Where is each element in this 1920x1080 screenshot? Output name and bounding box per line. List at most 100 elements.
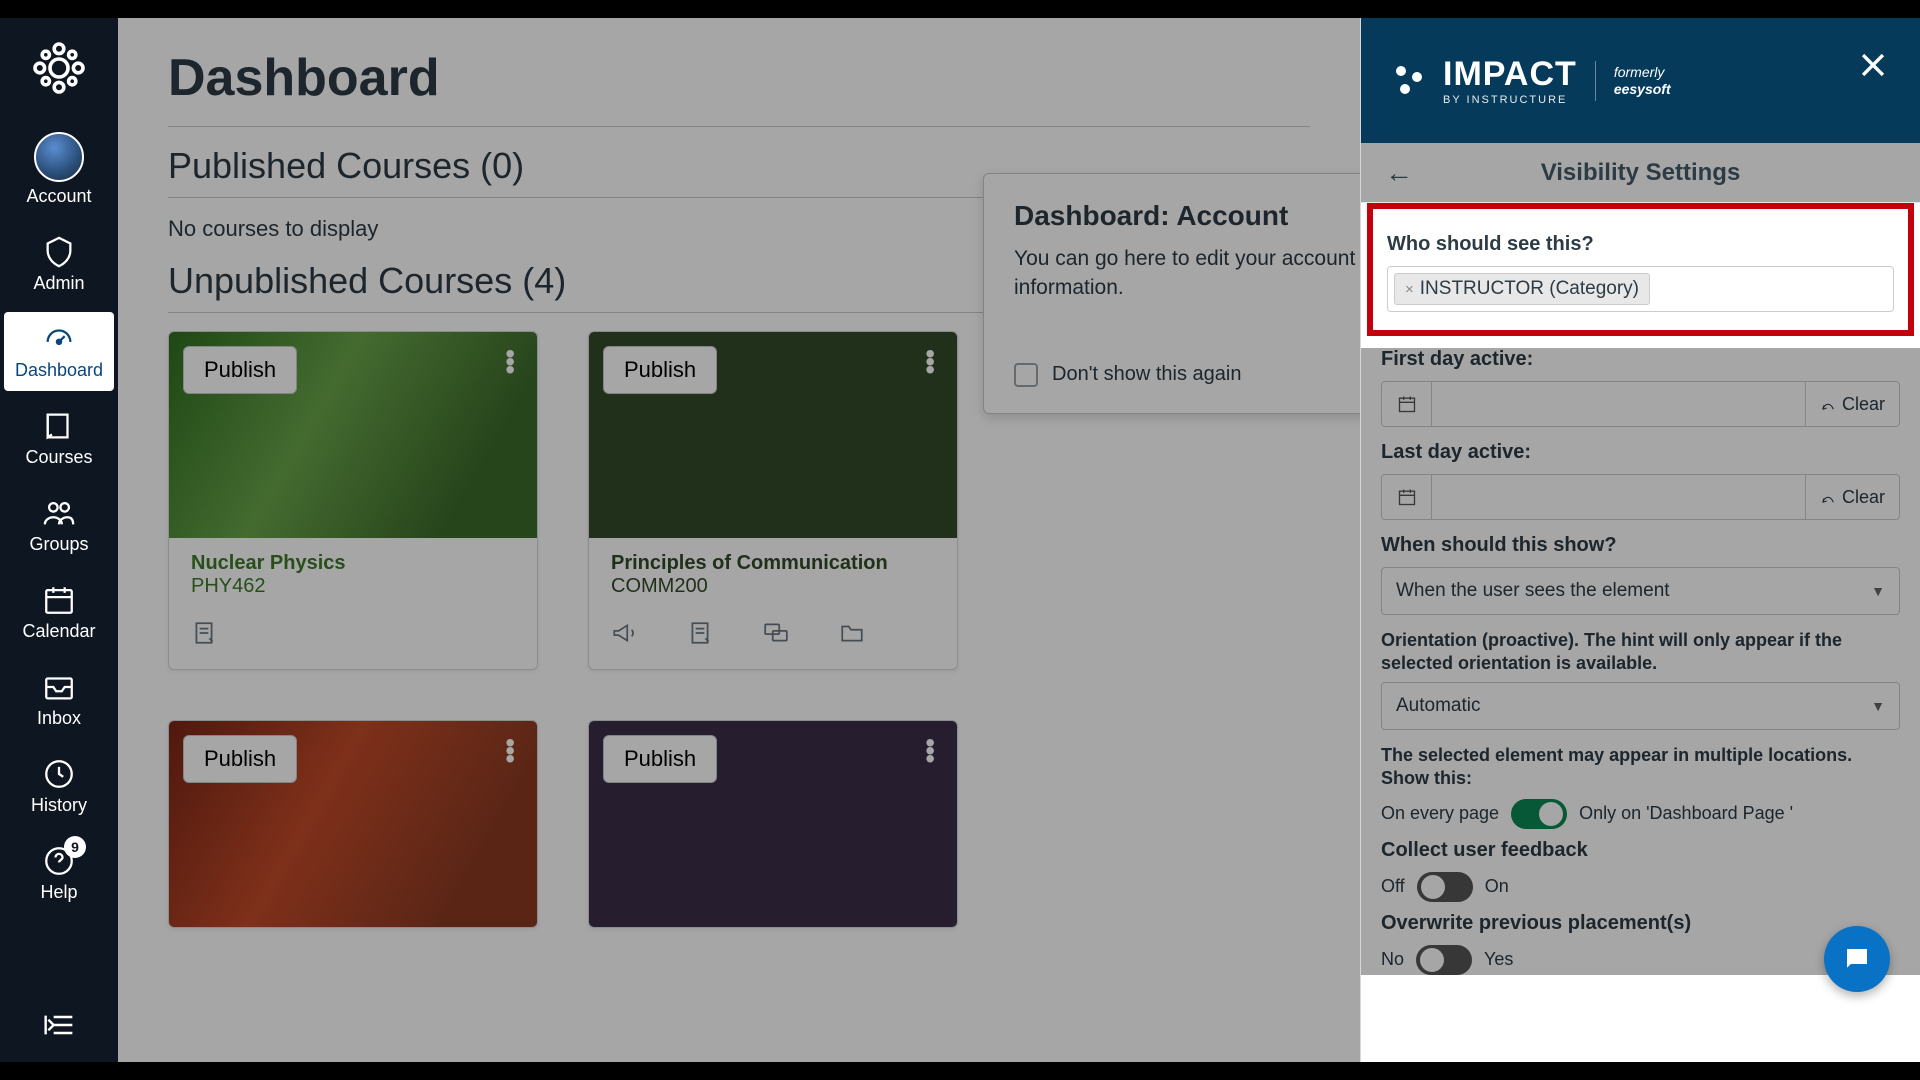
nav-admin[interactable]: Admin (4, 225, 114, 304)
calendar-icon (1382, 382, 1432, 426)
course-card[interactable]: Publish ••• (168, 720, 538, 928)
announcements-icon[interactable] (611, 620, 637, 651)
back-arrow-icon[interactable]: ← (1385, 157, 1413, 189)
nav-help-label: Help (40, 882, 77, 903)
main-content: Dashboard Published Courses (0) No cours… (118, 18, 1360, 1062)
when-select[interactable]: When the user sees the element ▼ (1381, 567, 1900, 615)
canvas-logo-icon (29, 38, 89, 98)
kebab-icon[interactable]: ••• (925, 739, 935, 763)
first-day-input[interactable]: Clear (1381, 381, 1900, 427)
audience-input[interactable]: × INSTRUCTOR (Category) (1387, 266, 1894, 312)
assignments-icon[interactable] (191, 620, 217, 651)
who-label: Who should see this? (1387, 233, 1894, 256)
popover-body: You can go here to edit your account inf… (1014, 244, 1360, 303)
assignments-icon[interactable] (687, 620, 713, 651)
course-code: COMM200 (611, 575, 935, 598)
kebab-icon[interactable]: ••• (925, 350, 935, 374)
help-badge: 9 (64, 836, 86, 858)
clear-button[interactable]: Clear (1805, 382, 1899, 426)
clear-label: Clear (1842, 487, 1885, 508)
remove-tag-icon[interactable]: × (1405, 281, 1414, 298)
last-day-field[interactable] (1432, 475, 1805, 519)
collapse-nav-icon[interactable] (42, 1013, 76, 1042)
nav-admin-label: Admin (33, 273, 84, 294)
calendar-icon (1382, 475, 1432, 519)
first-day-label: First day active: (1381, 348, 1900, 371)
clear-label: Clear (1842, 394, 1885, 415)
clear-button[interactable]: Clear (1805, 475, 1899, 519)
nav-dashboard-label: Dashboard (15, 360, 103, 381)
overwrite-label: Overwrite previous placement(s) (1381, 912, 1900, 935)
card-header: Publish ••• (169, 721, 537, 927)
brand-subtitle: BY INSTRUCTURE (1443, 94, 1577, 106)
when-label: When should this show? (1381, 534, 1900, 557)
when-value: When the user sees the element (1396, 580, 1670, 602)
visibility-panel: IMPACT BY INSTRUCTURE formerly eesysoft … (1360, 18, 1920, 1062)
audience-tag: × INSTRUCTOR (Category) (1394, 273, 1650, 305)
course-card[interactable]: Publish ••• (588, 720, 958, 928)
who-should-see-section: Who should see this? × INSTRUCTOR (Categ… (1367, 203, 1914, 336)
nav-inbox[interactable]: Inbox (4, 660, 114, 739)
panel-subheader: ← Visibility Settings (1361, 143, 1920, 203)
chat-fab[interactable] (1824, 926, 1890, 992)
panel-title: Visibility Settings (1541, 159, 1741, 187)
course-card[interactable]: Publish ••• Nuclear Physics PHY462 (168, 331, 538, 670)
nav-courses[interactable]: Courses (4, 399, 114, 478)
course-title: Nuclear Physics (191, 552, 515, 575)
feedback-toggle[interactable] (1417, 872, 1473, 902)
every-page-label: On every page (1381, 803, 1499, 824)
discussions-icon[interactable] (763, 620, 789, 651)
on-label: On (1485, 876, 1509, 897)
eesysoft-label: eesysoft (1614, 81, 1671, 98)
nav-account[interactable]: Account (4, 122, 114, 217)
yes-label: Yes (1484, 949, 1513, 970)
orientation-select[interactable]: Automatic ▼ (1381, 682, 1900, 730)
card-header: Publish ••• (169, 332, 537, 538)
last-day-label: Last day active: (1381, 441, 1900, 464)
orientation-value: Automatic (1396, 695, 1480, 717)
nav-history[interactable]: History (4, 747, 114, 826)
nav-inbox-label: Inbox (37, 708, 81, 729)
off-label: Off (1381, 876, 1405, 897)
tag-text: INSTRUCTOR (Category) (1420, 278, 1639, 300)
walkthrough-popover: Dashboard: Account ✕ You can go here to … (983, 173, 1360, 414)
nav-courses-label: Courses (25, 447, 92, 468)
publish-button[interactable]: Publish (183, 346, 297, 394)
avatar (34, 132, 84, 182)
popover-title: Dashboard: Account (1014, 200, 1360, 232)
publish-button[interactable]: Publish (183, 735, 297, 783)
nav-calendar[interactable]: Calendar (4, 573, 114, 652)
impact-logo: IMPACT BY INSTRUCTURE (1389, 55, 1577, 106)
dont-show-label: Don't show this again (1052, 363, 1241, 386)
nav-calendar-label: Calendar (22, 621, 95, 642)
files-icon[interactable] (839, 620, 865, 651)
formerly-label: formerly (1614, 64, 1671, 81)
publish-button[interactable]: Publish (603, 346, 717, 394)
orientation-label: Orientation (proactive). The hint will o… (1381, 629, 1900, 676)
last-day-input[interactable]: Clear (1381, 474, 1900, 520)
kebab-icon[interactable]: ••• (505, 350, 515, 374)
dont-show-checkbox[interactable] (1014, 363, 1038, 387)
page-scope-toggle[interactable] (1511, 799, 1567, 829)
nav-groups[interactable]: Groups (4, 486, 114, 565)
overwrite-toggle[interactable] (1416, 945, 1472, 975)
global-nav: Account Admin Dashboard Courses Groups C… (0, 18, 118, 1062)
panel-close-icon[interactable] (1856, 48, 1890, 87)
panel-header: IMPACT BY INSTRUCTURE formerly eesysoft (1361, 18, 1920, 143)
chevron-down-icon: ▼ (1871, 698, 1885, 714)
card-header: Publish ••• (589, 721, 957, 927)
page-title: Dashboard (168, 48, 1310, 108)
course-card[interactable]: Publish ••• Principles of Communication … (588, 331, 958, 670)
nav-groups-label: Groups (29, 534, 88, 555)
chevron-down-icon: ▼ (1871, 583, 1885, 599)
nav-account-label: Account (26, 186, 91, 207)
nav-history-label: History (31, 795, 87, 816)
kebab-icon[interactable]: ••• (505, 739, 515, 763)
publish-button[interactable]: Publish (603, 735, 717, 783)
nav-help[interactable]: 9 Help (4, 834, 114, 913)
first-day-field[interactable] (1432, 382, 1805, 426)
course-title: Principles of Communication (611, 552, 935, 575)
feedback-label: Collect user feedback (1381, 839, 1900, 862)
card-header: Publish ••• (589, 332, 957, 538)
nav-dashboard[interactable]: Dashboard (4, 312, 114, 391)
